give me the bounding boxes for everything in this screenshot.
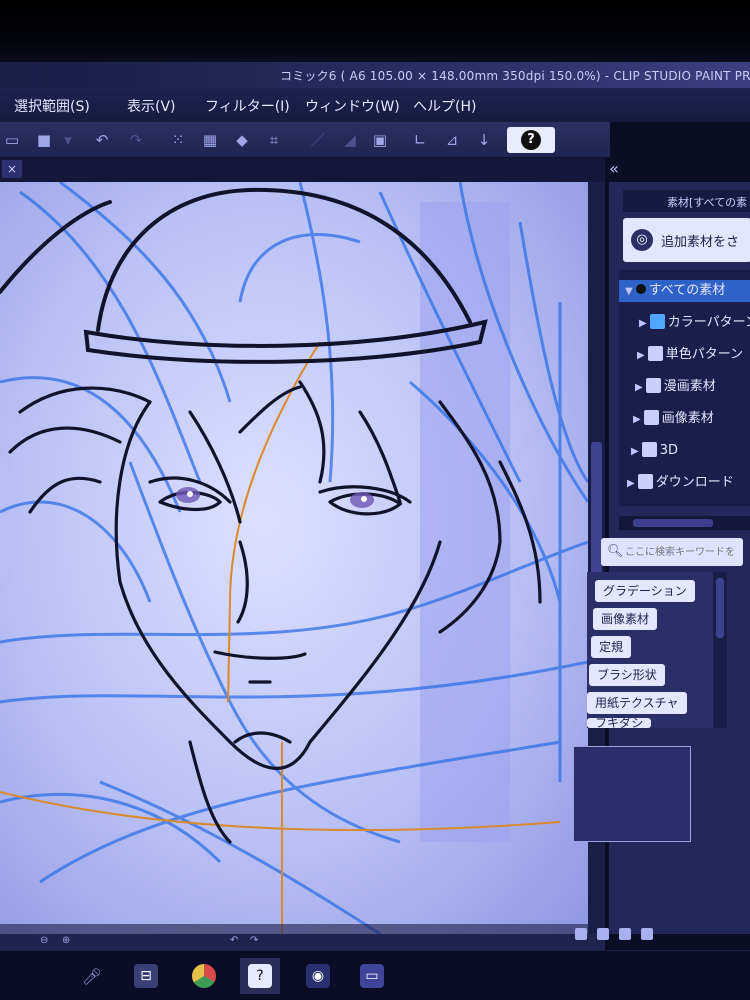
tag-list: グラデーション 画像素材 定規 ブラシ形状 用紙テクスチャ フキダシ [587, 572, 717, 728]
3d-icon [641, 442, 657, 457]
tree-item-color-pattern[interactable]: ▶ カラーパターン [639, 312, 750, 334]
clip-studio-icon[interactable]: ? [240, 958, 280, 994]
status-bar: ⊖ ⊕ ↶ ↷ [0, 934, 605, 950]
collapse-caret-icon: ▶ [633, 414, 641, 425]
open-icon[interactable]: ▭ [2, 130, 22, 150]
tag-list-scrollbar[interactable] [713, 572, 727, 728]
menu-window[interactable]: ウィンドウ(W) [305, 96, 400, 116]
task-view-icon[interactable]: ⊟ [126, 958, 166, 994]
tag-brush-shape[interactable]: ブラシ形状 [589, 664, 665, 686]
close-tab-button[interactable]: × [2, 160, 22, 178]
ruler-snap-icon[interactable]: ∟ [410, 130, 430, 150]
image-material-icon [643, 410, 659, 425]
canvas-bottom-edge [0, 924, 588, 934]
menu-filter[interactable]: フィルター(I) [205, 96, 290, 116]
save-icon[interactable]: ■ [34, 130, 54, 150]
add-material-button[interactable]: ◎ 追加素材をさ [623, 218, 750, 262]
add-material-label: 追加素材をさ [661, 235, 740, 250]
search-icon: 🔍︎ [607, 544, 624, 559]
command-bar: ▭ ■ ▾ ↶ ↷ ⁙ ▦ ◆ ⌗ ／ ◢ ▣ ∟ ⊿ ↓ ? [0, 122, 610, 158]
undo-icon[interactable]: ↶ [92, 130, 112, 150]
material-preview [573, 746, 691, 842]
deselect-icon[interactable]: ⁙ [168, 130, 188, 150]
tree-item-3d[interactable]: ▶ 3D [631, 440, 678, 462]
pen-icon[interactable]: ／ [308, 130, 328, 150]
tag-ruler[interactable]: 定規 [591, 636, 632, 658]
window-title: コミック6 ( A6 105.00 × 148.00mm 350dpi 150.… [280, 69, 750, 83]
title-bar: コミック6 ( A6 105.00 × 148.00mm 350dpi 150.… [0, 62, 750, 88]
collapse-caret-icon: ▶ [637, 350, 645, 361]
material-tree: ▼ すべての素材 ▶ カラーパターン ▶ 単色パターン ▶ 漫画素材 ▶ 画像素材 ▶ 3D… [619, 270, 750, 506]
help-button[interactable]: ? [507, 127, 555, 153]
manga-material-icon [645, 378, 661, 393]
taskbar: 🎤︎ ⊟ ? ◉ ▭ [0, 950, 750, 1000]
panel-header-title: 素材[すべての素 [667, 196, 748, 209]
panel-collapse-button[interactable]: « [605, 158, 623, 182]
scrollbar-thumb[interactable] [633, 519, 713, 527]
special-ruler-snap-icon[interactable]: ⊿ [442, 130, 462, 150]
collapse-caret-icon: ▶ [631, 446, 639, 457]
search-input[interactable] [625, 542, 735, 562]
help-icon: ? [521, 130, 541, 150]
fill-icon[interactable]: ◆ [232, 130, 252, 150]
menu-view[interactable]: 表示(V) [127, 96, 176, 116]
app-icon[interactable]: ◉ [298, 958, 338, 994]
tree-item-download[interactable]: ▶ ダウンロード [627, 472, 734, 494]
folder-icon[interactable]: ▭ [352, 958, 392, 994]
color-pattern-icon [649, 314, 665, 329]
add-material-icon: ◎ [631, 229, 653, 251]
redo-icon[interactable]: ↷ [126, 130, 146, 150]
tree-item-mono-pattern[interactable]: ▶ 単色パターン [637, 344, 743, 366]
list-view-icon[interactable] [597, 928, 609, 940]
material-search: 🔍︎ [601, 538, 743, 566]
collapse-caret-icon: ▶ [639, 318, 647, 329]
tree-item-all[interactable]: ▼ すべての素材 [619, 280, 750, 302]
invert-selection-icon[interactable]: ▦ [200, 130, 220, 150]
expand-caret-icon: ▼ [625, 286, 633, 297]
scrollbar-thumb[interactable] [716, 578, 724, 638]
menu-selection[interactable]: 選択範囲(S) [14, 96, 90, 116]
panel-header: 素材[すべての素 [623, 190, 750, 212]
zoom-in-icon[interactable]: ⊕ [62, 935, 70, 946]
tag-speech-balloon[interactable]: フキダシ [587, 718, 652, 728]
all-materials-icon [635, 284, 646, 294]
paste-material-icon[interactable] [619, 928, 631, 940]
tag-image-material[interactable]: 画像素材 [593, 608, 658, 630]
download-icon [637, 474, 653, 489]
tag-paper-texture[interactable]: 用紙テクスチャ [587, 692, 687, 714]
chrome-icon[interactable] [184, 958, 224, 994]
delete-material-icon[interactable] [641, 928, 653, 940]
tree-item-image[interactable]: ▶ 画像素材 [633, 408, 714, 430]
grid-view-icon[interactable] [575, 928, 587, 940]
frame-icon[interactable]: ▣ [370, 130, 390, 150]
tree-horizontal-scrollbar[interactable] [619, 516, 750, 530]
material-panel: 素材[すべての素 ◎ 追加素材をさ ▼ すべての素材 ▶ カラーパターン ▶ 単色パタ… [573, 182, 750, 940]
collapse-caret-icon: ▶ [635, 382, 643, 393]
zoom-out-icon[interactable]: ⊖ [40, 935, 48, 946]
tree-item-manga[interactable]: ▶ 漫画素材 [635, 376, 716, 398]
transform-icon[interactable]: ⌗ [264, 130, 284, 150]
grid-snap-icon[interactable]: ↓ [474, 130, 494, 150]
microphone-icon[interactable]: 🎤︎ [72, 958, 112, 994]
collapse-caret-icon: ▶ [627, 478, 635, 489]
mono-pattern-icon [647, 346, 663, 361]
sketch-artwork [0, 182, 588, 934]
canvas-tab-strip: × [0, 158, 605, 182]
rotate-right-icon[interactable]: ↷ [250, 935, 258, 946]
dropdown-icon[interactable]: ▾ [58, 130, 78, 150]
menu-bar: 選択範囲(S) 表示(V) フィルター(I) ウィンドウ(W) ヘルプ(H) [0, 88, 750, 122]
tone-icon[interactable]: ◢ [340, 130, 360, 150]
rotate-left-icon[interactable]: ↶ [230, 935, 238, 946]
menu-help[interactable]: ヘルプ(H) [413, 96, 476, 116]
monitor-bezel [0, 0, 750, 62]
screen: コミック6 ( A6 105.00 × 148.00mm 350dpi 150.… [0, 0, 750, 1000]
panel-bottom-toolbar [575, 928, 665, 942]
tag-gradation[interactable]: グラデーション [595, 580, 695, 602]
background-panel [420, 202, 510, 842]
drawing-canvas[interactable] [0, 182, 588, 934]
hat-lineart [0, 187, 488, 364]
